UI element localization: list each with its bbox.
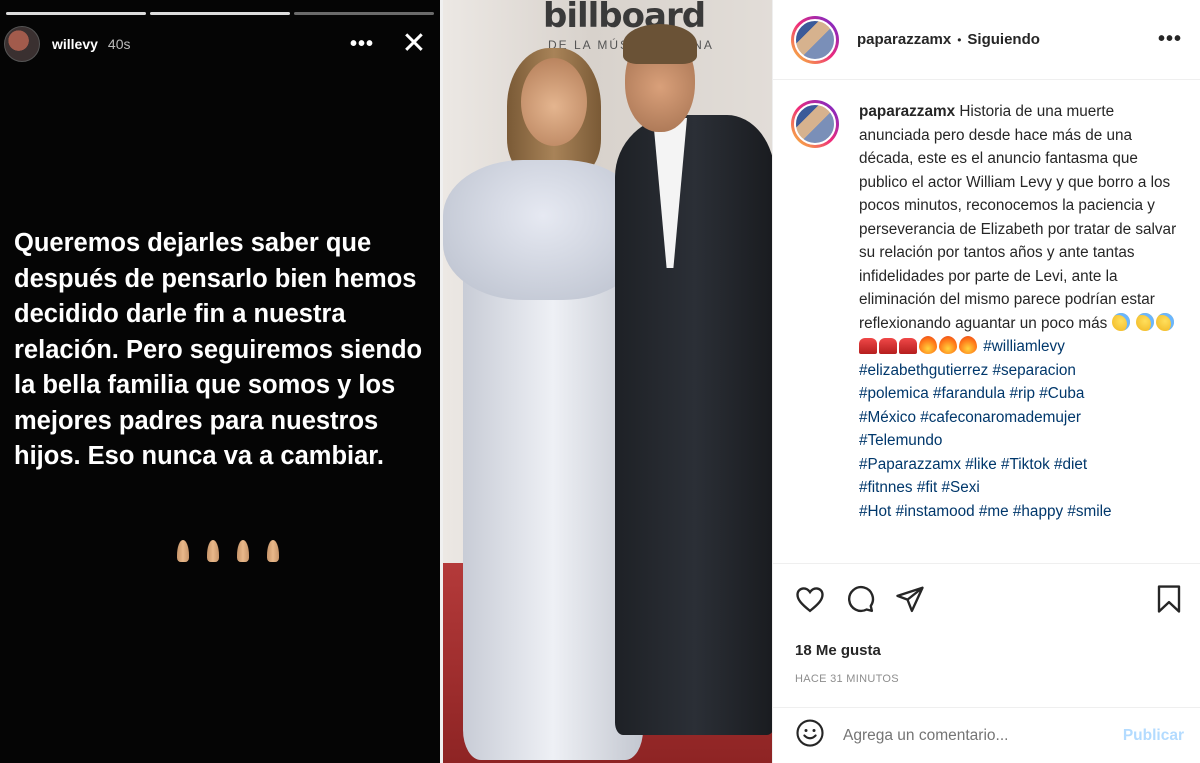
caption-text-block: paparazzamx Historia de una muerte anunc… <box>859 100 1186 563</box>
hashtag-link[interactable]: #Tiktok <box>1001 456 1050 473</box>
hashtag-link[interactable]: #polemica <box>859 385 929 402</box>
fire-emoji-icon <box>919 336 937 354</box>
share-icon[interactable] <box>893 582 927 616</box>
hashtag-link[interactable]: #like <box>965 456 996 473</box>
hashtag-link[interactable]: #me <box>979 503 1009 520</box>
hashtags-line-3: #polemica #farandula #rip #Cuba <box>859 385 1084 402</box>
bookmark-icon[interactable] <box>1152 582 1186 616</box>
more-horizontal-icon: ••• <box>349 32 374 55</box>
author-avatar[interactable] <box>791 15 839 64</box>
story-screenshot: willevy 40s ••• ✕ Queremos dejarles sabe… <box>0 0 440 763</box>
story-header: willevy 40s ••• ✕ <box>4 26 428 62</box>
praying-hands-icon <box>170 538 196 564</box>
hashtag-link[interactable]: #fitnnes <box>859 479 913 496</box>
hashtag-link[interactable]: #cafeconaromademujer <box>920 409 1081 426</box>
red-carpet-photo: billboard DE LA MÚSICA LATINA <box>443 0 772 763</box>
likes-count[interactable]: 18 Me gusta <box>773 642 1200 659</box>
hashtags-line-2: #elizabethgutierrez #separacion <box>859 362 1076 379</box>
hashtag-link[interactable]: #happy <box>1013 503 1063 520</box>
hashtag-link[interactable]: #farandula <box>933 385 1005 402</box>
hashtags-line-5: #Telemundo <box>859 432 942 449</box>
story-username: willevy <box>52 36 98 52</box>
hashtag-link[interactable]: #smile <box>1067 503 1111 520</box>
hashtag-link[interactable]: #Telemundo <box>859 432 942 449</box>
hashtag-link[interactable]: #separacion <box>993 362 1076 379</box>
siren-emoji-icon <box>899 338 917 354</box>
fire-emoji-icon <box>939 336 957 354</box>
post-timestamp: HACE 31 MINUTOS <box>795 673 899 685</box>
hashtag-link[interactable]: #rip <box>1010 385 1036 402</box>
follow-status-button[interactable]: Siguiendo <box>967 31 1040 48</box>
sweat-smile-emoji-icon <box>1155 312 1174 331</box>
hashtag-link[interactable]: #Paparazzamx <box>859 456 961 473</box>
hashtag-link[interactable]: #williamlevy <box>983 338 1065 355</box>
caption-avatar[interactable] <box>791 100 839 148</box>
post-sidebar: paparazzamx • Siguiendo ••• paparazzamx … <box>772 0 1200 763</box>
woman-dress-top <box>443 160 643 300</box>
header-separator: • <box>957 32 962 47</box>
author-username[interactable]: paparazzamx <box>857 31 951 48</box>
hashtags-line-4: #México #cafeconaromademujer <box>859 409 1081 426</box>
story-message: Queremos dejarles saber que después de p… <box>14 229 423 470</box>
comment-input[interactable] <box>843 726 1123 745</box>
sweat-smile-emoji-icon <box>1111 312 1130 331</box>
praying-hands-icon <box>200 538 226 564</box>
emoji-picker-icon[interactable] <box>795 718 825 753</box>
siren-emoji-icon <box>859 338 877 354</box>
hashtag-link[interactable]: #elizabethgutierrez <box>859 362 988 379</box>
action-icons-row <box>773 564 1200 634</box>
post-caption: paparazzamx Historia de una muerte anunc… <box>773 80 1200 563</box>
hashtags-line-1: #williamlevy <box>983 338 1065 355</box>
caption-username[interactable]: paparazzamx <box>859 103 955 120</box>
post-header: paparazzamx • Siguiendo ••• <box>773 0 1200 80</box>
hashtags-line-7: #fitnnes #fit #Sexi <box>859 479 980 496</box>
praying-hands-icon <box>230 538 256 564</box>
man-suit <box>615 115 772 735</box>
story-progress-bars <box>6 12 434 15</box>
hashtags-line-6: #Paparazzamx #like #Tiktok #diet <box>859 456 1087 473</box>
praying-hands-emojis <box>170 538 286 564</box>
more-options-icon[interactable]: ••• <box>1158 28 1182 51</box>
post-actions: 18 Me gusta HACE 31 MINUTOS Publicar <box>773 563 1200 763</box>
siren-emoji-icon <box>879 338 897 354</box>
fire-emoji-icon <box>959 336 977 354</box>
hashtag-link[interactable]: #diet <box>1054 456 1087 473</box>
hashtag-link[interactable]: #México <box>859 409 916 426</box>
hashtag-link[interactable]: #Hot <box>859 503 891 520</box>
close-icon: ✕ <box>401 27 427 60</box>
hashtags-line-8: #Hot #instamood #me #happy #smile <box>859 503 1112 520</box>
woman-head <box>521 58 587 146</box>
post-media: willevy 40s ••• ✕ Queremos dejarles sabe… <box>0 0 772 763</box>
comment-icon[interactable] <box>843 582 877 616</box>
hashtag-link[interactable]: #Sexi <box>941 479 979 496</box>
heart-icon[interactable] <box>793 582 827 616</box>
comment-bar: Publicar <box>773 707 1200 763</box>
hashtag-link[interactable]: #instamood <box>896 503 975 520</box>
caption-text: Historia de una muerte anunciada pero de… <box>859 103 1177 332</box>
publish-button[interactable]: Publicar <box>1123 727 1184 745</box>
story-avatar <box>4 26 40 62</box>
story-age: 40s <box>107 36 131 52</box>
sweat-smile-emoji-icon <box>1135 312 1154 331</box>
hashtag-link[interactable]: #Cuba <box>1039 385 1084 402</box>
praying-hands-icon <box>260 538 286 564</box>
hashtag-link[interactable]: #fit <box>917 479 937 496</box>
man-hair <box>623 24 697 64</box>
